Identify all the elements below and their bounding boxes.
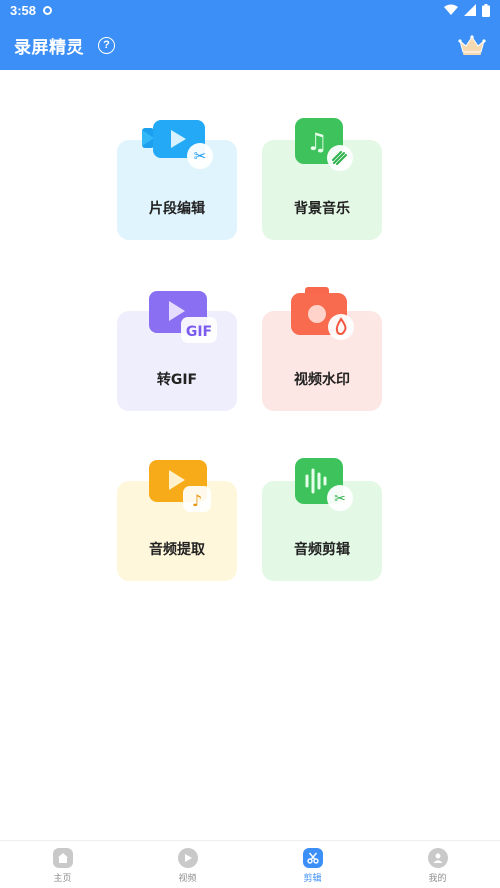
- status-icons: [444, 3, 490, 17]
- svg-text:✂: ✂: [194, 147, 207, 165]
- gif-icon: GIF: [149, 291, 217, 343]
- svg-text:♫: ♫: [306, 128, 328, 156]
- wifi-icon: [444, 4, 458, 15]
- clip-edit-label: 片段编辑: [149, 201, 205, 217]
- app-title: 录屏精灵: [14, 37, 84, 58]
- audio-wave-scissors-icon: ✂: [295, 458, 353, 511]
- play-icon: [177, 847, 198, 868]
- user-icon: [427, 847, 448, 868]
- home-icon: [52, 847, 73, 868]
- tab-edit[interactable]: 剪辑: [250, 841, 375, 888]
- scissors-icon: [302, 847, 323, 868]
- gif-badge: GIF: [186, 324, 212, 340]
- status-bar: 3:58: [0, 0, 500, 20]
- bg-music-label: 背景音乐: [294, 201, 350, 217]
- app-bar: 录屏精灵 ?: [0, 20, 500, 70]
- video-scissors-icon: ✂: [142, 120, 213, 169]
- bottom-nav: 主页 视频 剪辑 我的: [0, 840, 500, 888]
- help-icon[interactable]: ?: [98, 36, 115, 54]
- tab-video-label: 视频: [178, 873, 197, 884]
- tab-home[interactable]: 主页: [0, 841, 125, 888]
- tab-edit-label: 剪辑: [303, 873, 322, 884]
- to-gif-label: 转GIF: [156, 372, 198, 388]
- camera-drop-icon: [291, 287, 354, 340]
- tab-home-label: 主页: [53, 873, 72, 884]
- watermark-label: 视频水印: [294, 372, 350, 388]
- tab-profile[interactable]: 我的: [375, 841, 500, 888]
- audio-edit-label: 音频剪辑: [294, 542, 350, 558]
- tab-video[interactable]: 视频: [125, 841, 250, 888]
- music-note-icon: ♫: [295, 118, 353, 171]
- tab-profile-label: 我的: [428, 873, 447, 884]
- crown-icon[interactable]: [458, 34, 486, 56]
- svg-text:✂: ✂: [334, 491, 346, 507]
- svg-text:♪: ♪: [192, 491, 202, 510]
- battery-icon: [482, 3, 490, 17]
- video-music-icon: ♪: [149, 460, 211, 512]
- notification-dot-icon: [43, 5, 53, 15]
- status-time: 3:58: [10, 2, 37, 18]
- signal-icon: [464, 4, 476, 16]
- audio-extract-label: 音频提取: [149, 542, 205, 558]
